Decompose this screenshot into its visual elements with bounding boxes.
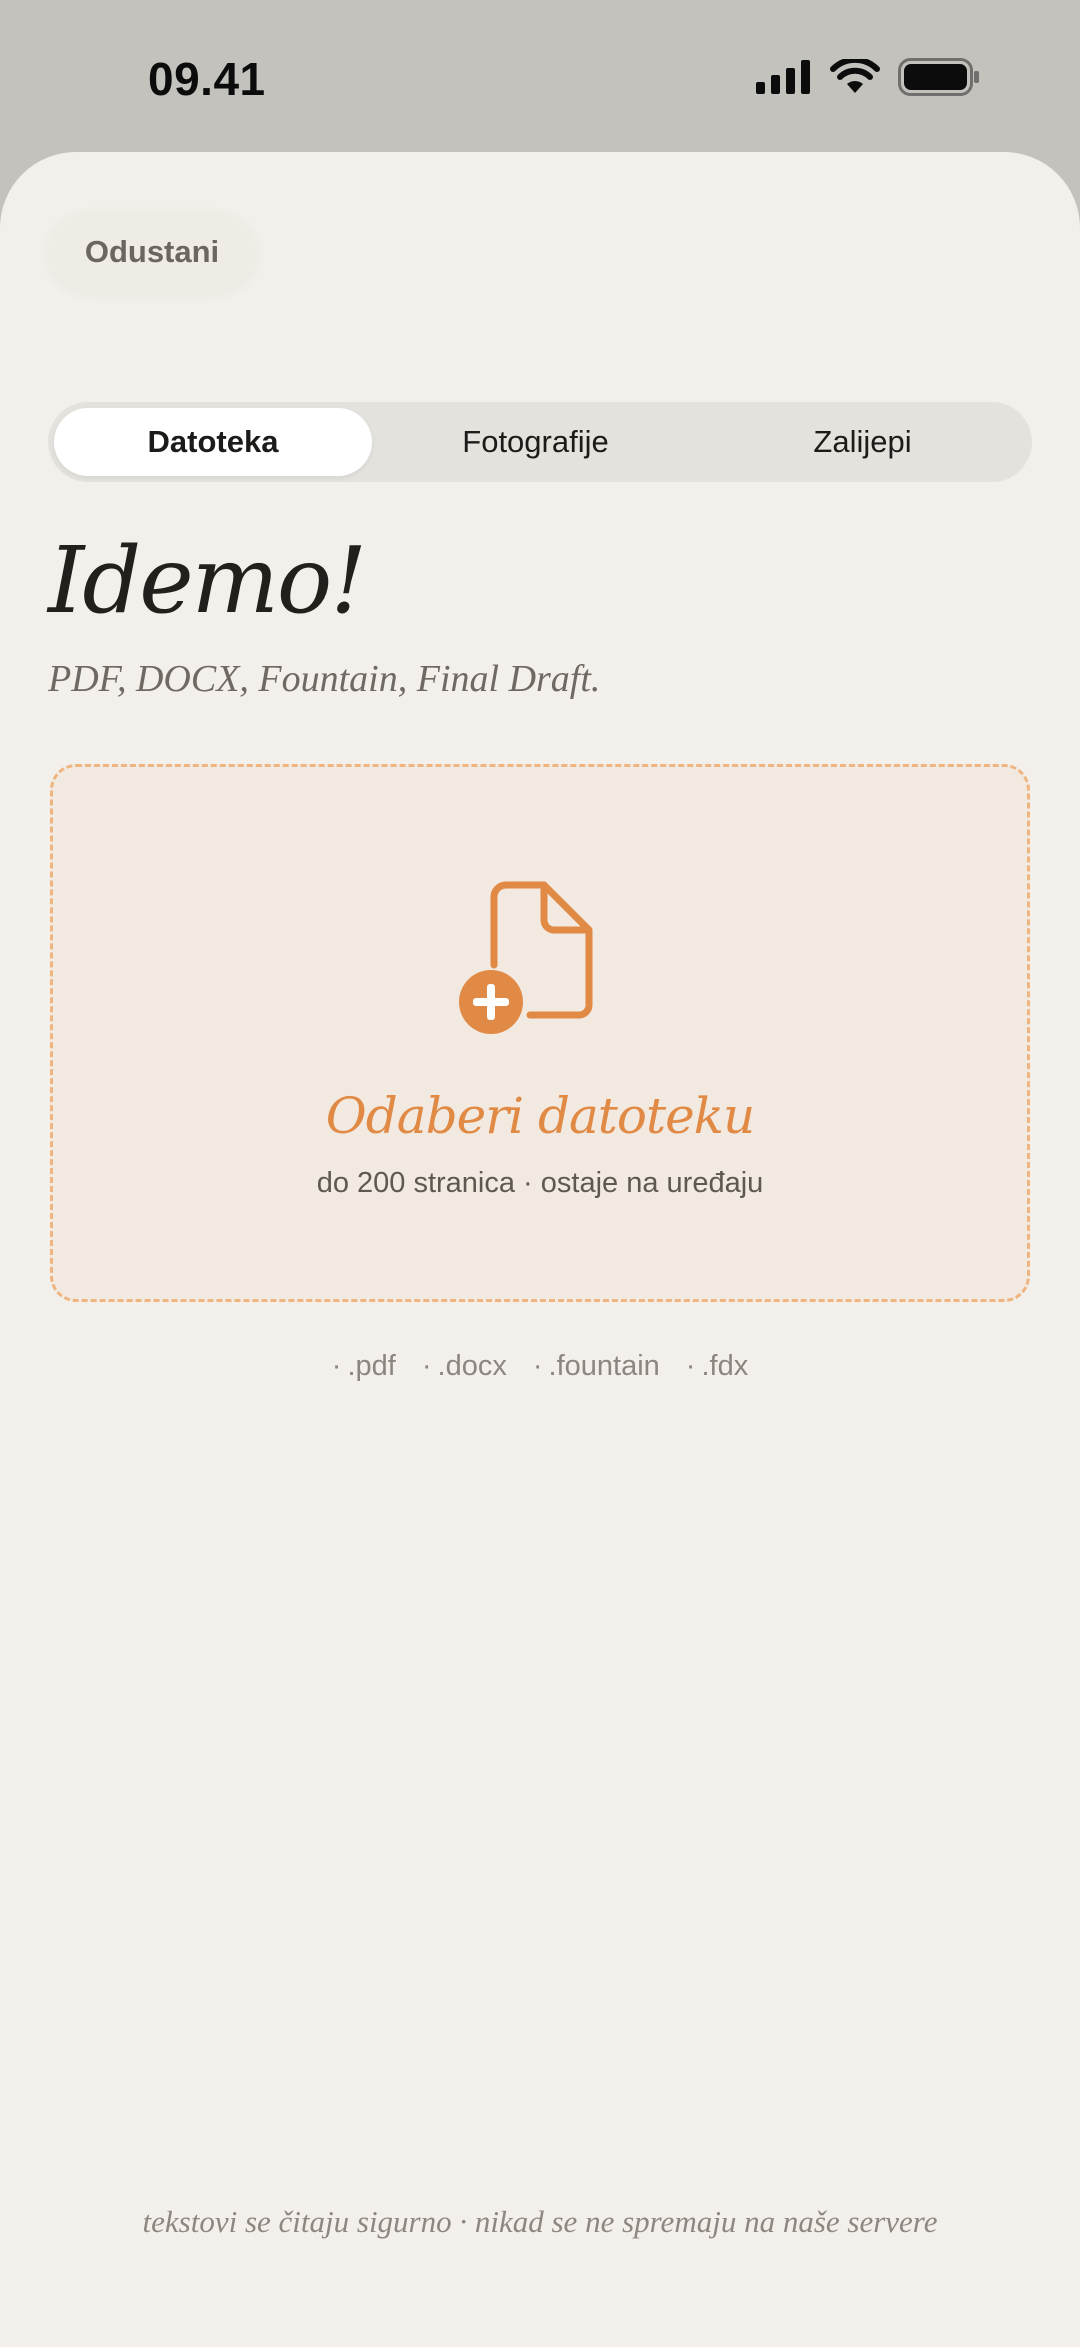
import-sheet: Odustani Datoteka Fotografije Zalijepi I… xyxy=(0,152,1080,2347)
tab-datoteka[interactable]: Datoteka xyxy=(54,408,372,476)
source-segmented-control: Datoteka Fotografije Zalijepi xyxy=(48,402,1032,482)
tab-fotografije[interactable]: Fotografije xyxy=(372,408,699,476)
format-item: · .fountain xyxy=(532,1350,660,1382)
status-time: 09.41 xyxy=(148,53,266,105)
wifi-icon xyxy=(830,56,880,100)
screen: 09.41 Odustani Datoteka Fotografije Zali… xyxy=(0,0,1080,2347)
format-item: · .fdx xyxy=(685,1350,749,1382)
dropzone-title: Odaberi datoteku xyxy=(325,1087,755,1145)
file-add-icon xyxy=(458,877,608,1042)
cellular-signal-icon xyxy=(756,60,812,99)
file-dropzone[interactable]: Odaberi datoteku do 200 stranica · ostaj… xyxy=(50,764,1030,1302)
page-title: Idemo! xyxy=(48,527,367,634)
privacy-note: tekstovi se čitaju sigurno · nikad se ne… xyxy=(142,2204,938,2239)
format-item: · .docx xyxy=(421,1350,507,1382)
cancel-button[interactable]: Odustani xyxy=(48,212,256,292)
supported-formats: · .pdf · .docx · .fountain · .fdx xyxy=(0,1350,1080,1383)
format-item: · .pdf xyxy=(331,1350,396,1382)
status-bar: 09.41 xyxy=(0,0,1080,150)
dropzone-subtitle: do 200 stranica · ostaje na uređaju xyxy=(316,1167,764,1199)
battery-icon xyxy=(898,58,980,101)
tab-zalijepi[interactable]: Zalijepi xyxy=(699,408,1026,476)
status-icons xyxy=(756,56,980,101)
page-subtitle: PDF, DOCX, Fountain, Final Draft. xyxy=(48,658,601,700)
